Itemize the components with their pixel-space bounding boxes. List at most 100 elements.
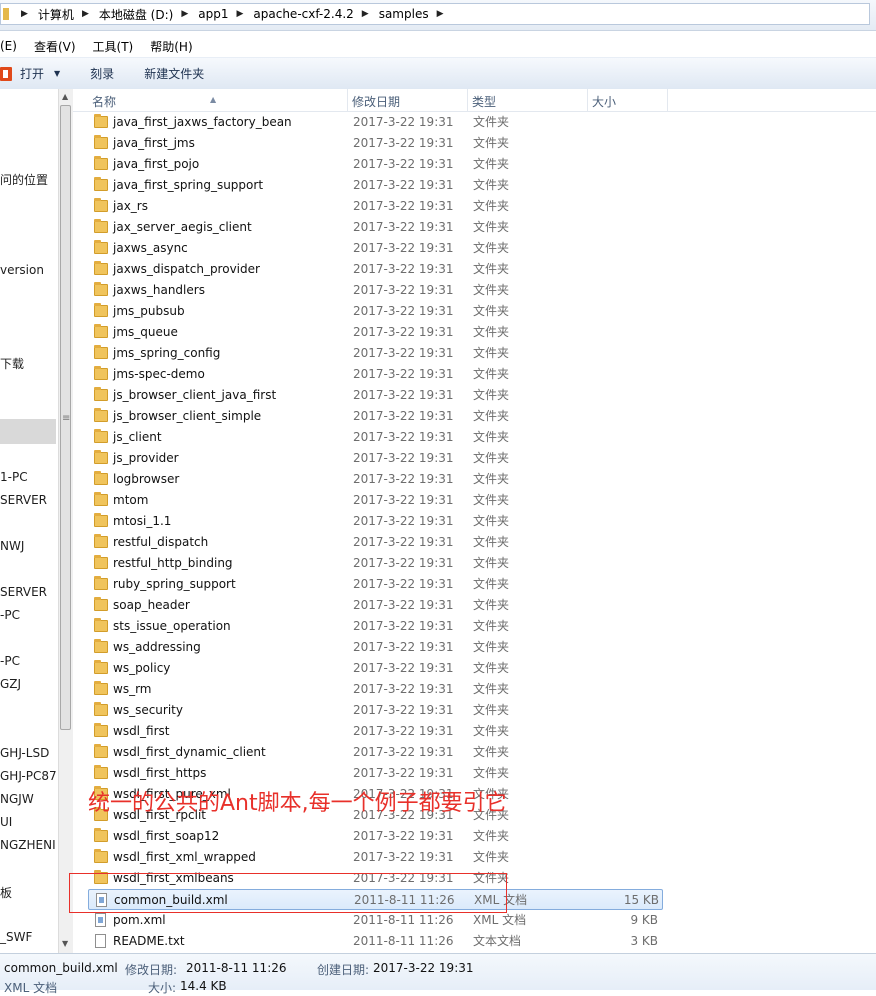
chevron-right-icon[interactable]: ▶ <box>431 9 452 19</box>
detail-size-value: 14.4 KB <box>180 979 227 993</box>
nav-item[interactable]: UI <box>0 815 12 829</box>
folder-row[interactable]: jax_server_aegis_client 2017-3-22 19:31 文件… <box>88 217 876 238</box>
chevron-right-icon[interactable]: ▶ <box>15 9 36 19</box>
breadcrumb-root[interactable]: ▶ <box>3 4 36 24</box>
folder-row[interactable]: ws_security 2017-3-22 19:31 文件夹 <box>88 700 876 721</box>
column-date[interactable]: 修改日期 <box>347 89 467 111</box>
file-name: restful_http_binding <box>113 556 233 570</box>
folder-row[interactable]: java_first_spring_support 2017-3-22 19:31… <box>88 175 876 196</box>
nav-item[interactable]: GHJ-PC87 <box>0 769 57 783</box>
folder-row[interactable]: jms_spring_config 2017-3-22 19:31 文件夹 <box>88 343 876 364</box>
nav-item[interactable]: GZJ <box>0 677 21 691</box>
folder-row[interactable]: logbrowser 2017-3-22 19:31 文件夹 <box>88 469 876 490</box>
chevron-right-icon[interactable]: ▶ <box>356 9 377 19</box>
nav-selected-item[interactable] <box>0 419 56 444</box>
nav-item[interactable]: -PC <box>0 608 20 622</box>
open-button[interactable]: 打开 ▼ <box>0 65 60 82</box>
folder-icon <box>94 723 108 737</box>
breadcrumb-cxf[interactable]: apache-cxf-2.4.2 ▶ <box>251 4 376 24</box>
folder-row[interactable]: jaxws_async 2017-3-22 19:31 文件夹 <box>88 238 876 259</box>
folder-row[interactable]: ws_rm 2017-3-22 19:31 文件夹 <box>88 679 876 700</box>
folder-row[interactable]: java_first_jaxws_factory_bean 2017-3-22 1… <box>88 112 876 133</box>
folder-row[interactable]: jms_pubsub 2017-3-22 19:31 文件夹 <box>88 301 876 322</box>
folder-row[interactable]: jms-spec-demo 2017-3-22 19:31 文件夹 <box>88 364 876 385</box>
column-type[interactable]: 类型 <box>467 89 587 111</box>
folder-row[interactable]: mtosi_1.1 2017-3-22 19:31 文件夹 <box>88 511 876 532</box>
file-name: jax_rs <box>113 199 148 213</box>
file-name: mtosi_1.1 <box>113 514 172 528</box>
nav-item[interactable]: _SWF <box>0 930 32 944</box>
scroll-down-icon[interactable]: ▼ <box>62 939 68 948</box>
file-date: 2017-3-22 19:31 <box>353 262 454 276</box>
folder-row[interactable]: jax_rs 2017-3-22 19:31 文件夹 <box>88 196 876 217</box>
toolbar: 打开 ▼ 刻录 新建文件夹 <box>0 57 876 90</box>
folder-icon <box>94 849 108 863</box>
chevron-down-icon[interactable]: ▼ <box>54 69 60 78</box>
folder-row[interactable]: sts_issue_operation 2017-3-22 19:31 文件夹 <box>88 616 876 637</box>
menu-edit[interactable]: (E) <box>0 39 17 53</box>
breadcrumb-drive[interactable]: 本地磁盘 (D:) ▶ <box>97 4 196 24</box>
file-name: ruby_spring_support <box>113 577 236 591</box>
folder-icon <box>94 429 108 443</box>
folder-row[interactable]: soap_header 2017-3-22 19:31 文件夹 <box>88 595 876 616</box>
file-type: 文件夹 <box>473 367 510 381</box>
chevron-right-icon[interactable]: ▶ <box>76 9 97 19</box>
new-folder-button[interactable]: 新建文件夹 <box>144 65 204 82</box>
file-type: 文件夹 <box>473 220 510 234</box>
nav-item[interactable]: 问的位置 <box>0 171 48 188</box>
burn-button[interactable]: 刻录 <box>90 65 114 82</box>
chevron-right-icon[interactable]: ▶ <box>175 9 196 19</box>
file-name: wsdl_first_https <box>113 766 207 780</box>
column-name[interactable]: 名称 ▲ <box>87 89 347 111</box>
menu-help[interactable]: 帮助(H) <box>150 38 192 55</box>
file-row[interactable]: README.txt 2011-8-11 11:26 文本文档 3 KB <box>88 931 876 952</box>
file-row[interactable]: pom.xml 2011-8-11 11:26 XML 文档 9 KB <box>88 910 876 931</box>
nav-item[interactable]: version <box>0 263 44 277</box>
folder-row[interactable]: java_first_jms 2017-3-22 19:31 文件夹 <box>88 133 876 154</box>
folder-row[interactable]: wsdl_first_soap12 2017-3-22 19:31 文件夹 <box>88 826 876 847</box>
folder-row[interactable]: wsdl_first_dynamic_client 2017-3-22 19:31… <box>88 742 876 763</box>
chevron-right-icon[interactable]: ▶ <box>230 9 251 19</box>
folder-row[interactable]: wsdl_first_xml_wrapped 2017-3-22 19:31 文件夹 <box>88 847 876 868</box>
folder-row[interactable]: ws_policy 2017-3-22 19:31 文件夹 <box>88 658 876 679</box>
folder-row[interactable]: restful_dispatch 2017-3-22 19:31 文件夹 <box>88 532 876 553</box>
folder-row[interactable]: restful_http_binding 2017-3-22 19:31 文件夹 <box>88 553 876 574</box>
folder-row[interactable]: ws_addressing 2017-3-22 19:31 文件夹 <box>88 637 876 658</box>
folder-row[interactable]: js_browser_client_simple 2017-3-22 19:31 文… <box>88 406 876 427</box>
column-divider[interactable] <box>667 89 668 111</box>
folder-row[interactable]: mtom 2017-3-22 19:31 文件夹 <box>88 490 876 511</box>
menu-view[interactable]: 查看(V) <box>34 38 76 55</box>
file-name: logbrowser <box>113 472 180 486</box>
folder-row[interactable]: java_first_pojo 2017-3-22 19:31 文件夹 <box>88 154 876 175</box>
nav-item[interactable]: SERVER <box>0 493 47 507</box>
breadcrumb[interactable]: ▶ 计算机 ▶ 本地磁盘 (D:) ▶ app1 ▶ apache-cxf-2.… <box>0 3 870 25</box>
folder-row[interactable]: ruby_spring_support 2017-3-22 19:31 文件夹 <box>88 574 876 595</box>
menu-tools[interactable]: 工具(T) <box>93 38 134 55</box>
nav-item[interactable]: 下载 <box>0 355 24 372</box>
folder-row[interactable]: js_client 2017-3-22 19:31 文件夹 <box>88 427 876 448</box>
nav-item[interactable]: NWJ <box>0 539 24 553</box>
folder-row[interactable]: js_browser_client_java_first 2017-3-22 19… <box>88 385 876 406</box>
file-type: 文件夹 <box>473 745 510 759</box>
folder-row[interactable]: jms_queue 2017-3-22 19:31 文件夹 <box>88 322 876 343</box>
breadcrumb-app1[interactable]: app1 ▶ <box>196 4 251 24</box>
folder-row[interactable]: wsdl_first 2017-3-22 19:31 文件夹 <box>88 721 876 742</box>
breadcrumb-computer[interactable]: 计算机 ▶ <box>36 4 97 24</box>
nav-item[interactable]: SERVER <box>0 585 47 599</box>
file-name: README.txt <box>113 934 185 948</box>
folder-row[interactable]: jaxws_dispatch_provider 2017-3-22 19:31 文件… <box>88 259 876 280</box>
folder-row[interactable]: jaxws_handlers 2017-3-22 19:31 文件夹 <box>88 280 876 301</box>
file-name: js_client <box>113 430 162 444</box>
folder-row[interactable]: js_provider 2017-3-22 19:31 文件夹 <box>88 448 876 469</box>
nav-item[interactable]: 1-PC <box>0 470 28 484</box>
column-size[interactable]: 大小 <box>587 89 667 111</box>
nav-scrollbar[interactable]: ▲ ≡ ▼ <box>58 89 73 953</box>
nav-item[interactable]: 板 <box>0 884 12 901</box>
nav-item[interactable]: -PC <box>0 654 20 668</box>
breadcrumb-samples[interactable]: samples ▶ <box>377 4 452 24</box>
scroll-up-icon[interactable]: ▲ <box>62 92 68 101</box>
nav-item[interactable]: GHJ-LSD <box>0 746 49 760</box>
nav-item[interactable]: NGJW <box>0 792 34 806</box>
folder-row[interactable]: wsdl_first_https 2017-3-22 19:31 文件夹 <box>88 763 876 784</box>
nav-item[interactable]: NGZHENI <box>0 838 56 852</box>
